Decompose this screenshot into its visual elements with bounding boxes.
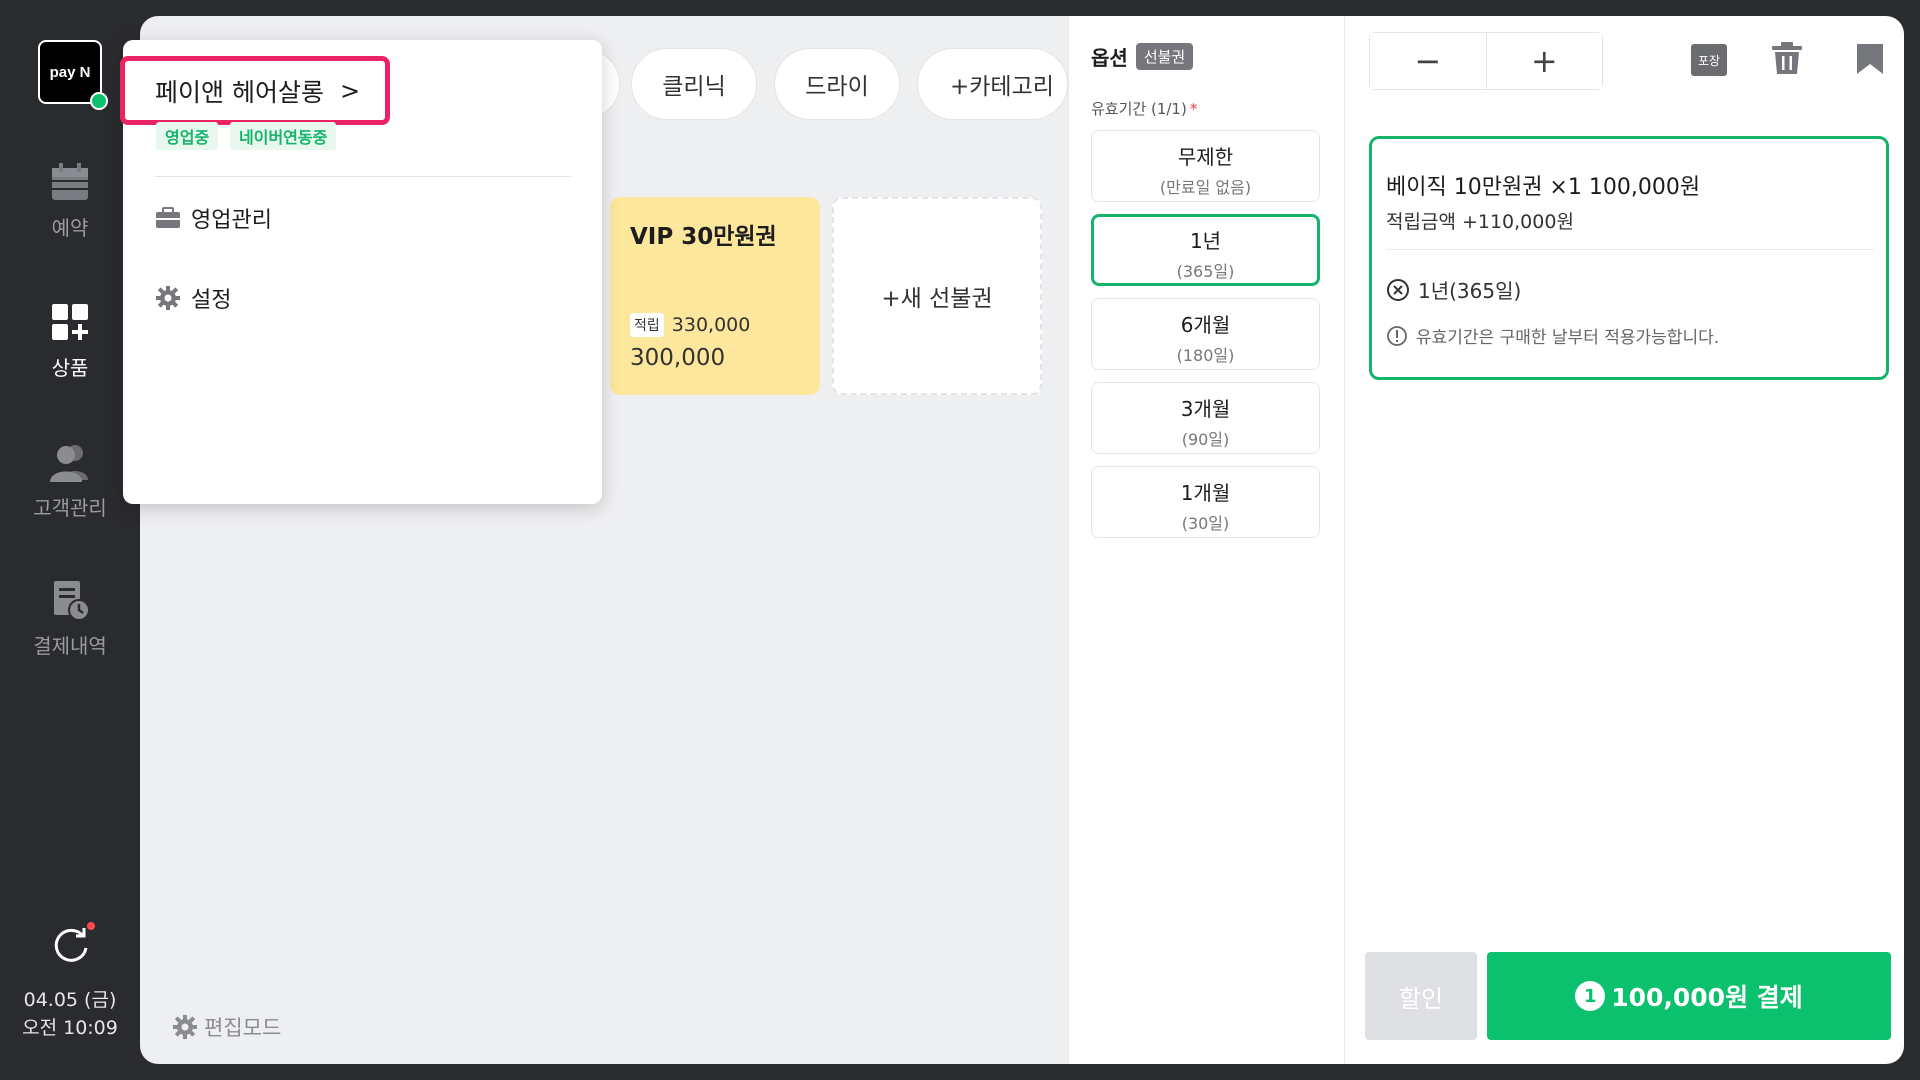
bookmark-icon[interactable]: [1855, 42, 1885, 76]
payment-history-icon: [54, 581, 90, 621]
cart-item-divider: [1386, 249, 1874, 250]
sidebar-item-label: 상품: [51, 356, 89, 380]
validity-label-text: 유효기간 (1/1): [1091, 100, 1187, 118]
option-title: 1개월: [1180, 481, 1231, 505]
refresh-icon[interactable]: [50, 924, 92, 966]
quantity-stepper: − +: [1369, 32, 1603, 90]
menu-item-sales-management[interactable]: 영업관리: [155, 202, 272, 234]
cart-item[interactable]: 베이직 10만원권 ×1 100,000원 적립금액 +110,000원 1년(…: [1369, 136, 1889, 380]
required-mark: *: [1189, 100, 1198, 118]
options-panel: 옵션 선불권 유효기간 (1/1) * 무제한 (만료일 없음) 1년 (365일…: [1068, 16, 1344, 1064]
menu-item-label: 설정: [191, 288, 232, 313]
sidebar: pay N 예약 상품 고객관리 결제내역 04.05 (금) 오전 10:09: [0, 0, 140, 1080]
store-name: 페이앤 헤어살롱: [155, 77, 324, 107]
sidebar-item-reservation[interactable]: 예약: [0, 160, 140, 241]
product-price: 300,000: [630, 345, 726, 371]
option-sub: (365일): [1176, 262, 1235, 281]
pay-button[interactable]: 1 100,000원 결제: [1487, 952, 1891, 1040]
calendar-icon: [52, 163, 88, 200]
packaging-button[interactable]: 포장: [1691, 44, 1727, 76]
validity-notice: 유효기간은 구매한 날부터 적용가능합니다.: [1386, 323, 1719, 348]
sidebar-item-customers[interactable]: 고객관리: [0, 440, 140, 521]
gear-icon: [156, 286, 180, 310]
chevron-right-icon: >: [339, 76, 361, 105]
store-name-link[interactable]: 페이앤 헤어살롱 >: [120, 56, 390, 125]
validity-label: 유효기간 (1/1) *: [1091, 98, 1197, 119]
product-name: VIP 30만원권: [630, 224, 777, 250]
sidebar-item-label: 고객관리: [33, 496, 107, 520]
option-sub: (90일): [1181, 430, 1230, 449]
current-time: 오전 10:09: [22, 1017, 118, 1039]
dropdown-divider: [155, 176, 571, 177]
briefcase-icon: [156, 207, 180, 228]
date-time: 04.05 (금) 오전 10:09: [0, 986, 140, 1042]
pay-button-label: 100,000원 결제: [1611, 983, 1803, 1012]
option-title: 3개월: [1180, 397, 1231, 421]
sidebar-item-payment-history[interactable]: 결제내역: [0, 578, 140, 659]
option-title: 1년: [1189, 229, 1222, 253]
option-title: 6개월: [1180, 313, 1231, 337]
info-icon: [1387, 325, 1407, 346]
option-title: 무제한: [1177, 145, 1234, 169]
option-3-months[interactable]: 3개월 (90일): [1091, 382, 1320, 454]
option-unlimited[interactable]: 무제한 (만료일 없음): [1091, 130, 1320, 202]
status-badge-naver: 네이버연동중: [230, 122, 337, 150]
new-prepaid-button[interactable]: +새 선불권: [832, 197, 1042, 395]
products-grid-icon: [52, 304, 88, 340]
option-sub: (180일): [1176, 346, 1235, 365]
option-1-year[interactable]: 1년 (365일): [1091, 214, 1320, 286]
category-chip-dry[interactable]: 드라이: [774, 48, 900, 120]
option-sub: (30일): [1181, 514, 1230, 533]
accumulation-tag: 적립: [630, 313, 664, 337]
increase-quantity-button[interactable]: +: [1486, 33, 1602, 89]
edit-mode-label: 편집모드: [204, 1016, 282, 1040]
sidebar-item-label: 예약: [51, 216, 89, 240]
cart-item-accumulation: 적립금액 +110,000원: [1386, 211, 1574, 233]
decrease-quantity-button[interactable]: −: [1370, 33, 1486, 89]
options-type-badge: 선불권: [1135, 43, 1194, 70]
refresh-notification-dot: [87, 922, 95, 930]
payn-logo[interactable]: pay N: [38, 40, 108, 110]
status-badge-open: 영업중: [156, 122, 219, 150]
option-sub: (만료일 없음): [1159, 178, 1252, 197]
category-chip-clinic[interactable]: 클리닉: [631, 48, 757, 120]
options-title-text: 옵션: [1091, 46, 1128, 70]
edit-mode-button[interactable]: 편집모드: [172, 1012, 281, 1042]
trash-icon[interactable]: [1769, 40, 1805, 76]
sidebar-item-label: 결제내역: [33, 634, 107, 658]
menu-item-settings[interactable]: 설정: [155, 282, 231, 314]
cart-item-name-price: 베이직 10만원권 ×1 100,000원: [1386, 175, 1701, 200]
option-6-months[interactable]: 6개월 (180일): [1091, 298, 1320, 370]
options-title: 옵션 선불권: [1091, 42, 1194, 71]
product-accumulation: 적립 330,000: [630, 313, 750, 337]
gear-icon: [173, 1015, 197, 1039]
logo-text: pay N: [49, 63, 91, 81]
remove-option-icon[interactable]: [1386, 278, 1410, 302]
sidebar-item-products[interactable]: 상품: [0, 300, 140, 381]
validity-notice-text: 유효기간은 구매한 날부터 적용가능합니다.: [1416, 328, 1720, 348]
current-date: 04.05 (금): [23, 989, 117, 1011]
cart-item-validity-text: 1년(365일): [1418, 279, 1522, 303]
menu-item-label: 영업관리: [191, 208, 272, 233]
accumulation-value: 330,000: [671, 314, 751, 336]
online-status-dot: [90, 92, 108, 110]
product-card-vip[interactable]: VIP 30만원권 적립 330,000 300,000: [610, 197, 820, 395]
discount-button[interactable]: 할인: [1365, 952, 1477, 1040]
option-1-month[interactable]: 1개월 (30일): [1091, 466, 1320, 538]
customers-icon: [50, 445, 88, 482]
cart-item-validity: 1년(365일): [1386, 275, 1521, 304]
cart-panel: − + 포장 베이직 10만원권 ×1 100,000원 적립금액 +110,0…: [1344, 16, 1904, 1064]
add-category-chip[interactable]: +카테고리: [917, 48, 1068, 120]
pay-item-count: 1: [1575, 981, 1606, 1011]
